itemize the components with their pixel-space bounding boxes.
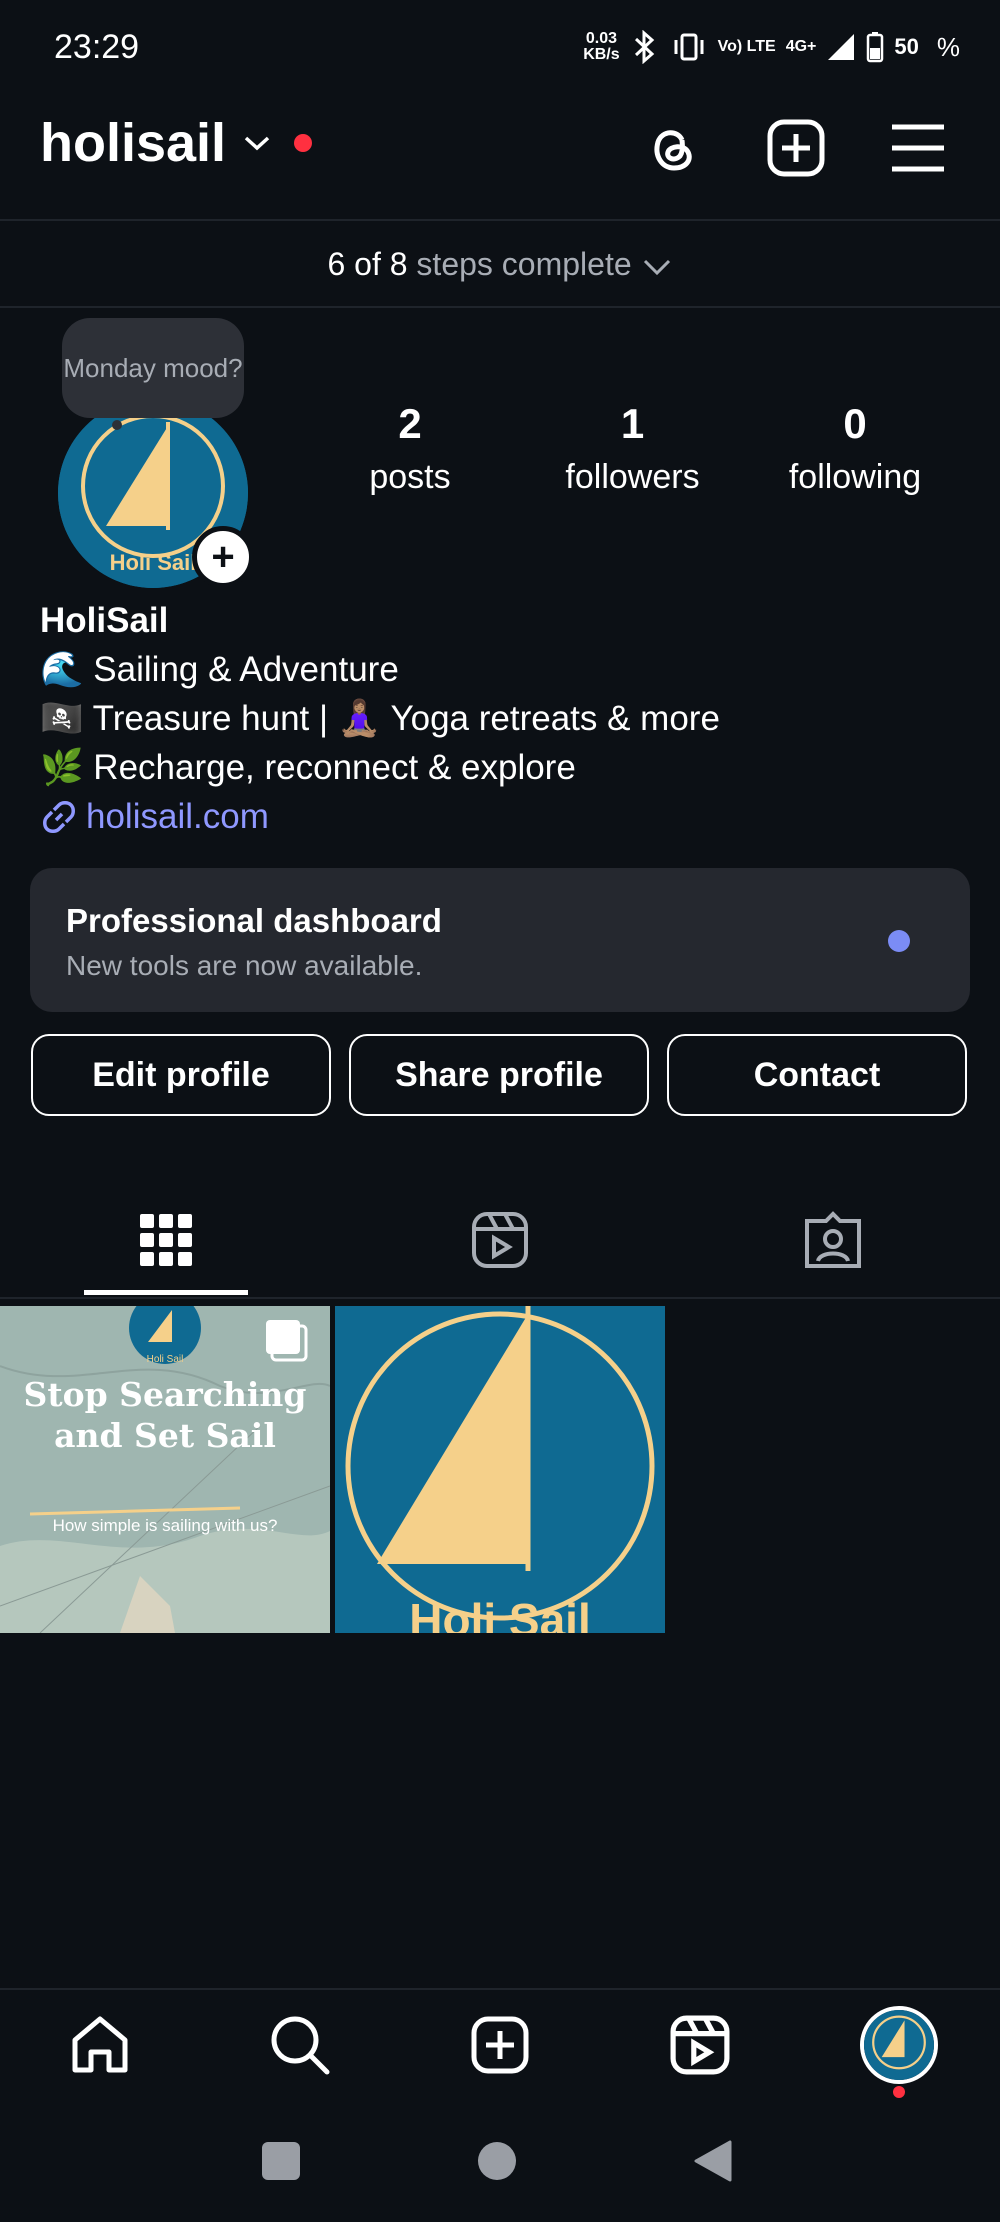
network-label: 4G+ [785, 38, 817, 55]
stat-posts[interactable]: 2 posts [340, 400, 480, 497]
back-button[interactable] [694, 2140, 732, 2187]
recents-button[interactable] [262, 2142, 300, 2180]
nav-search[interactable] [265, 2010, 335, 2080]
back-icon [694, 2140, 732, 2182]
tab-tagged[interactable] [783, 1200, 883, 1280]
link-icon [43, 800, 75, 833]
home-system-button[interactable] [478, 2142, 516, 2180]
volte-label: Vo) LTE [717, 38, 776, 55]
professional-dashboard-card[interactable]: Professional dashboard New tools are now… [30, 868, 970, 1012]
menu-icon [892, 124, 944, 172]
create-icon [767, 119, 825, 177]
status-icons: 0.03 KB/s Vo) LTE 4G+ 50 % [583, 30, 960, 64]
post-thumbnail[interactable]: Holi Sail [335, 1306, 665, 1633]
stat-followers[interactable]: 1 followers [540, 400, 725, 497]
post-title: Stop Searching and Set Sail [23, 1375, 307, 1455]
avatar-logo-text: Holi Sail [110, 550, 197, 575]
header-divider [0, 219, 1000, 221]
post-thumbnail[interactable]: Holi Sail Stop Searching and Set Sail Ho… [0, 1306, 330, 1633]
account-switcher[interactable]: holisail [40, 112, 313, 174]
nav-create[interactable] [465, 2010, 535, 2080]
search-icon [271, 2016, 330, 2075]
tab-reels[interactable] [450, 1200, 550, 1280]
bio: HoliSail 🌊 Sailing & Adventure 🏴‍☠️ Trea… [40, 596, 720, 841]
create-icon [471, 2016, 529, 2074]
reels-icon [670, 2015, 730, 2075]
battery-icon [867, 32, 884, 63]
battery-percent-symbol: % [936, 31, 960, 62]
notification-dot [294, 134, 313, 152]
profile-avatar-icon [864, 2010, 934, 2080]
bio-link-text: holisail.com [86, 797, 269, 836]
holisail-logo-icon: Holi Sail [335, 1306, 665, 1633]
post-caption: How simple is sailing with us? [52, 1516, 278, 1535]
add-story-button[interactable]: + [192, 526, 254, 588]
create-button[interactable] [764, 116, 828, 180]
net-speed: 0.03 KB/s [583, 30, 620, 63]
dashboard-new-dot [888, 930, 910, 952]
username-label: holisail [40, 113, 227, 173]
bio-link[interactable]: holisail.com [40, 792, 720, 841]
nav-home[interactable] [65, 2010, 135, 2080]
bio-line-2: 🏴‍☠️ Treasure hunt | 🧘🏽‍♀️ Yoga retreats… [40, 699, 720, 738]
bio-line-3: 🌿 Recharge, reconnect & explore [40, 748, 576, 787]
edit-profile-button[interactable]: Edit profile [31, 1034, 331, 1116]
post-logo-text: Holi Sail [409, 1594, 590, 1633]
threads-icon [654, 130, 692, 171]
nav-reels[interactable] [665, 2010, 735, 2080]
status-time: 23:29 [54, 28, 140, 66]
share-profile-button[interactable]: Share profile [349, 1034, 649, 1116]
dashboard-subtitle: New tools are now available. [66, 950, 423, 981]
profile-notification-dot [893, 2086, 905, 2098]
battery-level: 50 [894, 34, 919, 59]
bio-line-1: 🌊 Sailing & Adventure [40, 650, 399, 689]
menu-button[interactable] [886, 116, 950, 180]
tab-grid[interactable] [116, 1200, 216, 1280]
home-icon [72, 2016, 128, 2073]
tabs-divider [0, 1297, 1000, 1299]
threads-button[interactable] [640, 116, 704, 180]
note-tail [112, 420, 122, 430]
note-bubble[interactable]: Monday mood? [62, 318, 244, 418]
tagged-icon [805, 1211, 861, 1268]
profile-name: HoliSail [40, 601, 169, 640]
active-tab-indicator [84, 1290, 248, 1295]
steps-count: 6 of 8 [327, 246, 408, 282]
chevron-down-icon [643, 259, 670, 275]
bottom-nav-divider [0, 1988, 1000, 1990]
steps-text: steps complete [416, 246, 632, 282]
post-logo-text: Holi Sail [147, 1354, 184, 1365]
signal-icon [828, 34, 855, 60]
reels-icon [472, 1212, 528, 1268]
steps-progress[interactable]: 6 of 8 steps complete [0, 246, 1000, 283]
post-map-image: Holi Sail [0, 1306, 330, 1633]
nav-profile[interactable] [860, 2006, 938, 2084]
steps-divider [0, 306, 1000, 308]
note-text: Monday mood? [63, 352, 243, 383]
bluetooth-icon [634, 30, 654, 64]
dashboard-title: Professional dashboard [66, 902, 442, 939]
vibrate-icon [674, 33, 704, 61]
contact-button[interactable]: Contact [667, 1034, 967, 1116]
chevron-down-icon [244, 136, 270, 151]
stat-following[interactable]: 0 following [770, 400, 940, 497]
grid-icon [140, 1214, 192, 1266]
